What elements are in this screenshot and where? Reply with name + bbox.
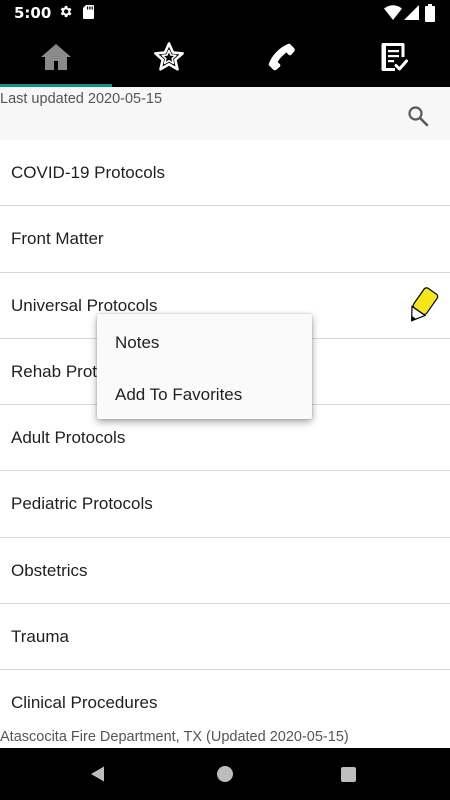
recents-button[interactable]	[341, 767, 356, 782]
list-item-label: Trauma	[11, 627, 69, 647]
status-bar: 5:00	[0, 0, 450, 26]
list-item-label: Universal Protocols	[11, 295, 158, 315]
last-updated-text: Last updated 2020-05-15	[0, 91, 163, 107]
menu-item-notes[interactable]: Notes	[97, 316, 312, 368]
list-item[interactable]: Trauma	[0, 604, 450, 671]
list-item-label: Pediatric Protocols	[11, 494, 153, 514]
list-item[interactable]: Pediatric Protocols	[0, 471, 450, 538]
list-item-label: Obstetrics	[11, 560, 88, 580]
home-icon	[41, 43, 72, 70]
gear-icon	[60, 5, 72, 18]
tab-contacts[interactable]	[225, 26, 338, 87]
list-item[interactable]: Clinical Procedures	[0, 670, 450, 737]
battery-icon	[425, 4, 435, 22]
checklist-icon	[381, 42, 408, 71]
list-item[interactable]: Obstetrics	[0, 537, 450, 605]
menu-item-label: Add To Favorites	[115, 385, 243, 404]
status-time: 5:00	[14, 4, 52, 22]
wifi-icon	[384, 5, 402, 20]
list-item-label: COVID-19 Protocols	[11, 163, 165, 182]
menu-item-add-to-favorites[interactable]: Add To Favorites	[97, 368, 312, 420]
tab-bar	[0, 26, 450, 87]
back-icon[interactable]	[89, 765, 107, 783]
pencil-icon[interactable]	[402, 286, 442, 326]
sd-card-icon	[83, 5, 94, 19]
tab-favorites[interactable]	[113, 26, 226, 87]
list-item[interactable]: COVID-19 Protocols	[0, 140, 450, 207]
list-item[interactable]: Front Matter	[0, 206, 450, 273]
list-item-label: Adult Protocols	[11, 428, 126, 448]
footer: Atascocita Fire Department, TX (Updated …	[0, 728, 450, 748]
list-item-label: Front Matter	[11, 229, 104, 249]
phone-icon	[268, 43, 296, 70]
footer-text: Atascocita Fire Department, TX (Updated …	[0, 729, 349, 745]
tab-home[interactable]	[0, 26, 113, 87]
search-icon[interactable]	[406, 104, 430, 128]
star-icon	[153, 41, 184, 71]
signal-icon	[404, 5, 419, 20]
home-button[interactable]	[217, 766, 233, 782]
header-row: Last updated 2020-05-15	[0, 87, 450, 140]
protocol-list: COVID-19 Protocols Front Matter Universa…	[0, 140, 450, 737]
navigation-bar	[0, 748, 450, 800]
list-item-label: Clinical Procedures	[11, 693, 158, 713]
menu-item-label: Notes	[115, 333, 160, 352]
tab-checklist[interactable]	[338, 26, 450, 87]
context-menu: Notes Add To Favorites	[97, 314, 312, 419]
